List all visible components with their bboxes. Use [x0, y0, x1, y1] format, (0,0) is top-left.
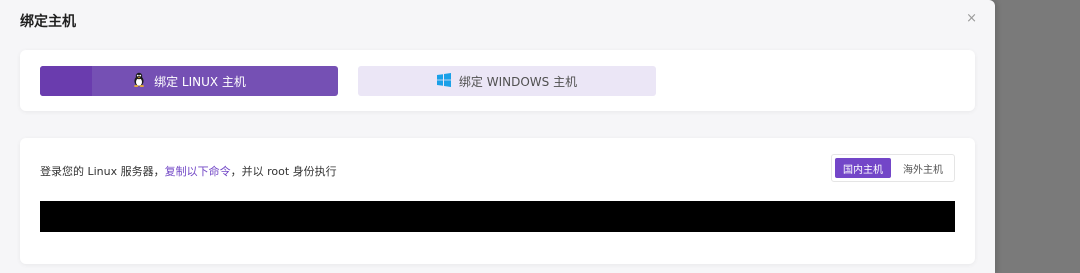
region-option-overseas[interactable]: 海外主机: [895, 158, 951, 178]
tab-accent-strip: [40, 66, 92, 96]
linux-penguin-icon: [132, 72, 146, 90]
region-toggle: 国内主机 海外主机: [831, 154, 955, 182]
tab-bind-linux-label: 绑定 LINUX 主机: [154, 74, 246, 89]
modal-title: 绑定主机: [20, 14, 76, 30]
windows-logo-icon: [436, 72, 451, 90]
command-box[interactable]: [40, 201, 955, 232]
instruction-prefix: 登录您的 Linux 服务器，: [40, 165, 165, 178]
copy-command-link[interactable]: 复制以下命令: [165, 165, 231, 178]
region-option-domestic[interactable]: 国内主机: [835, 158, 891, 178]
command-card: 登录您的 Linux 服务器，复制以下命令，并以 root 身份执行 国内主机 …: [20, 138, 975, 264]
tab-bind-linux[interactable]: 绑定 LINUX 主机: [40, 66, 338, 96]
tab-bind-windows[interactable]: 绑定 WINDOWS 主机: [358, 66, 656, 96]
close-icon[interactable]: ×: [966, 11, 977, 26]
instruction-suffix: ，并以 root 身份执行: [230, 165, 337, 178]
modal-header: 绑定主机 ×: [0, 0, 995, 42]
bind-host-modal: 绑定主机 × 绑定 LINUX 主机 绑定 WINDOWS 主机 登录您的 Li…: [0, 0, 995, 273]
os-selection-card: 绑定 LINUX 主机 绑定 WINDOWS 主机: [20, 50, 975, 111]
tab-bind-windows-label: 绑定 WINDOWS 主机: [458, 74, 578, 89]
instruction-text: 登录您的 Linux 服务器，复制以下命令，并以 root 身份执行: [40, 163, 337, 179]
